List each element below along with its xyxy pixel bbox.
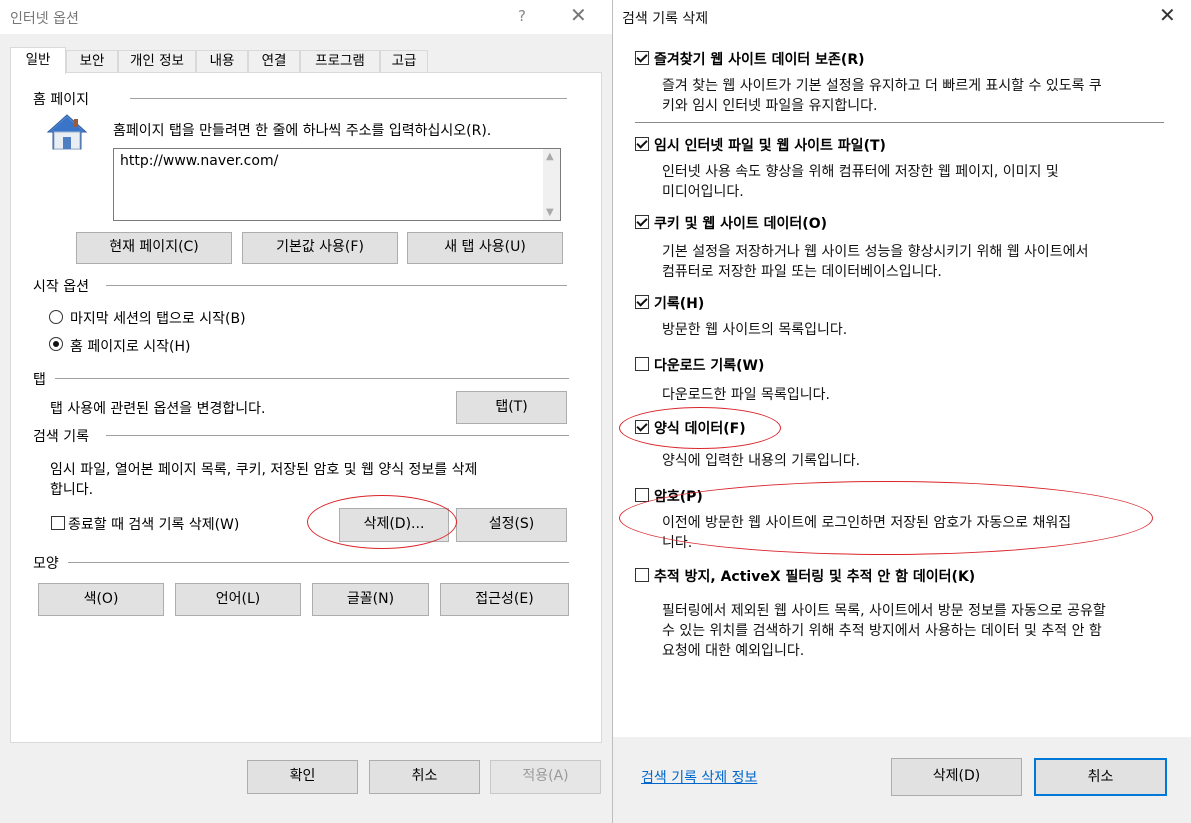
fonts-button[interactable]: 글꼴(N) <box>312 583 429 616</box>
title-bar: 인터넷 옵션 ? ✕ <box>0 0 612 34</box>
divider <box>68 562 569 563</box>
scrollbar[interactable]: ▲ ▼ <box>543 149 560 220</box>
download-history-label: 다운로드 기록(W) <box>654 358 765 374</box>
divider <box>55 378 569 379</box>
use-new-tab-button[interactable]: 새 탭 사용(U) <box>407 232 563 264</box>
form-data-label: 양식 데이터(F) <box>654 421 746 437</box>
tab-security[interactable]: 보안 <box>66 50 118 73</box>
tracking-protection-label: 추적 방지, ActiveX 필터링 및 추적 안 함 데이터(K) <box>654 569 976 585</box>
cookies-checkbox[interactable] <box>635 215 649 229</box>
tracking-protection-desc-line3: 요청에 대한 예외입니다. <box>662 643 805 659</box>
use-current-button[interactable]: 현재 페이지(C) <box>76 232 232 264</box>
history-desc-line1: 방문한 웹 사이트의 목록입니다. <box>662 322 848 338</box>
internet-options-dialog: 인터넷 옵션 ? ✕ 일반 보안 개인 정보 내용 연결 프로그램 고급 홈 페… <box>0 0 612 823</box>
homepage-heading: 홈 페이지 <box>33 92 89 108</box>
temp-files-desc-line1: 인터넷 사용 속도 향상을 위해 컴퓨터에 저장한 웹 페이지, 이미지 및 <box>662 164 1059 180</box>
history-heading: 검색 기록 <box>33 429 89 445</box>
startup-homepage-radio[interactable] <box>49 337 63 351</box>
tabs-description: 탭 사용에 관련된 옵션을 변경합니다. <box>50 401 266 417</box>
use-default-button[interactable]: 기본값 사용(F) <box>242 232 398 264</box>
cancel-button[interactable]: 취소 <box>369 760 480 794</box>
cookies-desc-line1: 기본 설정을 저장하거나 웹 사이트 성능을 향상시키기 위해 웹 사이트에서 <box>662 244 1089 260</box>
tab-general[interactable]: 일반 <box>10 47 66 74</box>
close-icon[interactable]: ✕ <box>1159 3 1176 27</box>
delete-on-exit-checkbox[interactable] <box>51 516 65 530</box>
tab-connections[interactable]: 연결 <box>248 50 300 73</box>
startup-last-session-radio[interactable] <box>49 310 63 324</box>
ok-button[interactable]: 확인 <box>247 760 358 794</box>
languages-button[interactable]: 언어(L) <box>175 583 301 616</box>
close-icon[interactable]: ✕ <box>570 3 587 27</box>
tracking-protection-checkbox[interactable] <box>635 568 649 582</box>
preserve-favorites-checkbox[interactable] <box>635 51 649 65</box>
homepage-url-field[interactable]: http://www.naver.com/ ▲ ▼ <box>113 148 561 221</box>
appearance-heading: 모양 <box>33 556 59 572</box>
apply-button[interactable]: 적용(A) <box>490 760 601 794</box>
accessibility-button[interactable]: 접근성(E) <box>440 583 569 616</box>
tab-content[interactable]: 내용 <box>196 50 248 73</box>
download-history-checkbox[interactable] <box>635 357 649 371</box>
help-icon[interactable]: ? <box>518 7 526 25</box>
delete-history-dialog: 검색 기록 삭제 ✕ 즐겨찾기 웹 사이트 데이터 보존(R) 즐겨 찾는 웹 … <box>612 0 1191 823</box>
divider <box>106 435 569 436</box>
startup-heading: 시작 옵션 <box>33 279 89 295</box>
divider <box>130 98 567 99</box>
homepage-url-value: http://www.naver.com/ <box>120 153 279 169</box>
form-data-checkbox[interactable] <box>635 420 649 434</box>
temp-files-desc-line2: 미디어입니다. <box>662 184 744 200</box>
delete-on-exit-label: 종료할 때 검색 기록 삭제(W) <box>68 517 240 533</box>
preserve-favorites-desc-line2: 키와 임시 인터넷 파일을 유지합니다. <box>662 98 878 114</box>
tabs-button[interactable]: 탭(T) <box>456 391 567 424</box>
about-delete-history-link[interactable]: 검색 기록 삭제 정보 <box>641 767 757 787</box>
download-history-desc-line1: 다운로드한 파일 목록입니다. <box>662 387 830 403</box>
temp-files-checkbox[interactable] <box>635 137 649 151</box>
tracking-protection-desc-line1: 필터링에서 제외된 웹 사이트 목록, 사이트에서 방문 정보를 자동으로 공유… <box>662 603 1106 619</box>
divider <box>635 122 1164 123</box>
dialog-title: 인터넷 옵션 <box>10 11 79 27</box>
passwords-checkbox[interactable] <box>635 488 649 502</box>
form-data-desc-line1: 양식에 입력한 내용의 기록입니다. <box>662 453 861 469</box>
cookies-desc-line2: 컴퓨터로 저장한 파일 또는 데이터베이스입니다. <box>662 264 942 280</box>
temp-files-label: 임시 인터넷 파일 및 웹 사이트 파일(T) <box>654 138 886 154</box>
tabs-heading: 탭 <box>33 372 46 388</box>
house-icon <box>45 113 89 153</box>
preserve-favorites-desc-line1: 즐겨 찾는 웹 사이트가 기본 설정을 유지하고 더 빠르게 표시할 수 있도록… <box>662 78 1102 94</box>
history-description-line1: 임시 파일, 열어본 페이지 목록, 쿠키, 저장된 암호 및 웹 양식 정보를… <box>50 462 478 478</box>
startup-homepage-label: 홈 페이지로 시작(H) <box>70 339 191 355</box>
passwords-desc-line2: 니다. <box>662 535 693 551</box>
history-checkbox[interactable] <box>635 295 649 309</box>
scroll-down-icon[interactable]: ▼ <box>546 207 554 218</box>
history-settings-button[interactable]: 설정(S) <box>456 508 567 542</box>
divider <box>106 285 567 286</box>
title-bar: 검색 기록 삭제 ✕ <box>613 0 1191 34</box>
passwords-label: 암호(P) <box>654 489 703 505</box>
history-description-line2: 합니다. <box>50 482 94 498</box>
scroll-up-icon[interactable]: ▲ <box>546 151 554 162</box>
tab-advanced[interactable]: 고급 <box>380 50 428 73</box>
delete-history-button[interactable]: 삭제(D)... <box>339 508 449 542</box>
passwords-desc-line1: 이전에 방문한 웹 사이트에 로그인하면 저장된 암호가 자동으로 채워집 <box>662 515 1072 531</box>
startup-last-session-label: 마지막 세션의 탭으로 시작(B) <box>70 311 246 327</box>
tab-privacy[interactable]: 개인 정보 <box>118 50 196 73</box>
history-label: 기록(H) <box>654 296 705 312</box>
tracking-protection-desc-line2: 수 있는 위치를 검색하기 위해 추적 방지에서 사용하는 데이터 및 추적 안… <box>662 623 1102 639</box>
tab-strip: 일반 보안 개인 정보 내용 연결 프로그램 고급 <box>10 47 602 74</box>
homepage-description: 홈페이지 탭을 만들려면 한 줄에 하나씩 주소를 입력하십시오(R). <box>113 123 492 139</box>
dialog-title: 검색 기록 삭제 <box>622 11 709 27</box>
cookies-label: 쿠키 및 웹 사이트 데이터(O) <box>654 216 827 232</box>
preserve-favorites-label: 즐겨찾기 웹 사이트 데이터 보존(R) <box>654 52 865 68</box>
tab-programs[interactable]: 프로그램 <box>300 50 380 73</box>
cancel-button[interactable]: 취소 <box>1034 758 1167 796</box>
delete-button[interactable]: 삭제(D) <box>891 758 1022 796</box>
colors-button[interactable]: 색(O) <box>38 583 164 616</box>
